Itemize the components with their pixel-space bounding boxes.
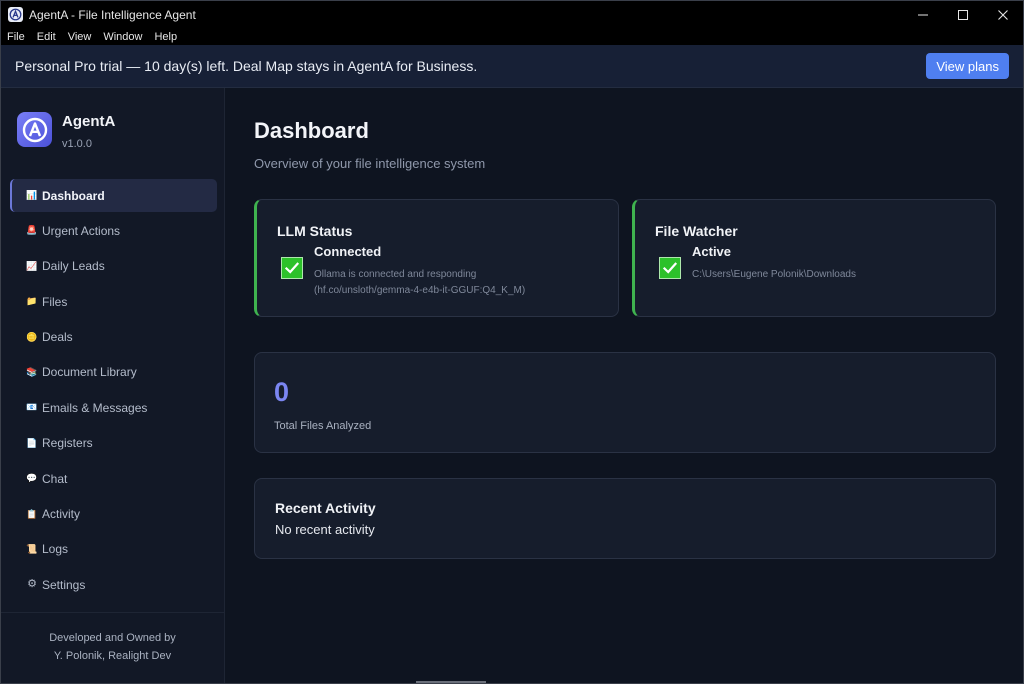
menu-view[interactable]: View — [62, 31, 98, 43]
menu-file[interactable]: File — [1, 31, 31, 43]
sidebar-item-label: Emails & Messages — [42, 400, 148, 415]
total-files-count: 0 — [274, 377, 290, 407]
file-watcher-path: C:\Users\Eugene Polonik\Downloads — [692, 269, 856, 280]
sidebar-item-chat[interactable]: 💬 Chat — [10, 462, 217, 495]
recent-activity-card: Recent Activity No recent activity — [254, 478, 996, 559]
page-subtitle: Overview of your file intelligence syste… — [254, 156, 486, 171]
trend-icon: 📈 — [26, 260, 38, 271]
sidebar-item-dashboard[interactable]: 📊 Dashboard — [10, 179, 217, 212]
total-files-label: Total Files Analyzed — [274, 420, 372, 432]
footer-developed-by: Developed and Owned by — [49, 632, 176, 644]
chat-icon: 💬 — [26, 473, 38, 484]
sidebar-item-settings[interactable]: ⚙ Settings — [10, 568, 217, 601]
menu-help[interactable]: Help — [148, 31, 183, 43]
llm-status-card: LLM Status Connected Ollama is connected… — [254, 199, 619, 317]
page-title: Dashboard — [254, 118, 369, 143]
app-icon — [8, 7, 23, 22]
window-title: AgentA - File Intelligence Agent — [29, 7, 196, 22]
sidebar-item-activity[interactable]: 📋 Activity — [10, 498, 217, 531]
chart-icon: 📊 — [26, 190, 38, 200]
sidebar-item-logs[interactable]: 📜 Logs — [10, 533, 217, 566]
maximize-button[interactable] — [943, 1, 983, 28]
brand-name: AgentA — [62, 113, 116, 130]
brand-version: v1.0.0 — [62, 138, 92, 150]
sidebar-item-daily-leads[interactable]: 📈 Daily Leads — [10, 250, 217, 283]
sidebar-item-label: Deals — [42, 330, 73, 345]
trial-banner-text: Personal Pro trial — 10 day(s) left. Dea… — [15, 58, 478, 74]
sidebar-item-registers[interactable]: 📄 Registers — [10, 427, 217, 460]
llm-status-title: LLM Status — [277, 223, 353, 239]
minimize-button[interactable] — [903, 1, 943, 28]
recent-activity-empty: No recent activity — [275, 522, 375, 537]
sidebar: AgentA v1.0.0 📊 Dashboard 🚨 Urgent Actio… — [1, 88, 225, 683]
sidebar-item-label: Registers — [42, 436, 93, 451]
coin-icon: 🪙 — [26, 331, 38, 342]
sidebar-item-label: Activity — [42, 507, 81, 522]
sidebar-item-label: Logs — [42, 542, 69, 557]
sidebar-item-document-library[interactable]: 📚 Document Library — [10, 356, 217, 389]
view-plans-button[interactable]: View plans — [926, 53, 1009, 79]
llm-detail-line: Ollama is connected and responding — [314, 269, 477, 280]
llm-status-detail: Ollama is connected and responding (hf.c… — [314, 267, 525, 299]
app-window: AgentA - File Intelligence Agent File Ed… — [0, 0, 1024, 684]
scroll-icon: 📜 — [26, 543, 38, 554]
sidebar-item-label: Dashboard — [42, 188, 105, 203]
menu-bar: File Edit View Window Help — [1, 28, 1023, 45]
sidebar-nav: 📊 Dashboard 🚨 Urgent Actions 📈 Daily Lea… — [10, 179, 217, 604]
checkmark-icon — [281, 257, 303, 279]
folder-icon: 📁 — [26, 296, 38, 307]
trial-banner: Personal Pro trial — 10 day(s) left. Dea… — [1, 45, 1023, 88]
footer-owner: Y. Polonik, Realight Dev — [53, 650, 172, 662]
file-watcher-card: File Watcher Active C:\Users\Eugene Polo… — [632, 199, 996, 317]
sidebar-item-label: Urgent Actions — [42, 223, 121, 238]
file-watcher-title: File Watcher — [655, 223, 738, 239]
sidebar-item-label: Files — [42, 294, 68, 309]
sidebar-item-label: Daily Leads — [42, 259, 105, 274]
file-watcher-status: Active — [692, 244, 732, 259]
books-icon: 📚 — [26, 366, 38, 377]
document-icon: 📄 — [26, 437, 38, 448]
gear-icon: ⚙ — [27, 578, 37, 591]
sidebar-item-files[interactable]: 📁 Files — [10, 285, 217, 318]
horizontal-scrollbar[interactable] — [416, 681, 486, 683]
total-files-card: 0 Total Files Analyzed — [254, 352, 996, 453]
llm-model-name: (hf.co/unsloth/gemma-4-e4b-it-GGUF:Q4_K_… — [314, 285, 526, 296]
menu-edit[interactable]: Edit — [31, 31, 62, 43]
close-button[interactable] — [983, 1, 1023, 28]
sidebar-item-urgent-actions[interactable]: 🚨 Urgent Actions — [10, 214, 217, 247]
llm-status-value: Connected — [314, 244, 382, 259]
sidebar-item-emails-messages[interactable]: 📧 Emails & Messages — [10, 391, 217, 424]
sidebar-item-label: Document Library — [42, 365, 137, 380]
brand: AgentA v1.0.0 — [17, 112, 115, 150]
alarm-icon: 🚨 — [26, 225, 38, 236]
checkmark-icon — [659, 257, 681, 279]
menu-window[interactable]: Window — [97, 31, 148, 43]
sidebar-item-deals[interactable]: 🪙 Deals — [10, 321, 217, 354]
recent-activity-title: Recent Activity — [275, 500, 376, 516]
sidebar-item-label: Settings — [42, 577, 86, 592]
clipboard-icon: 📋 — [26, 508, 38, 519]
sidebar-item-label: Chat — [42, 471, 68, 486]
main-content: Dashboard Overview of your file intellig… — [226, 88, 1023, 683]
title-bar: AgentA - File Intelligence Agent — [1, 1, 1023, 28]
sidebar-footer: Developed and Owned by Y. Polonik, Reali… — [1, 612, 224, 683]
mail-icon: 📧 — [26, 402, 38, 413]
agenta-logo-icon — [17, 112, 52, 147]
